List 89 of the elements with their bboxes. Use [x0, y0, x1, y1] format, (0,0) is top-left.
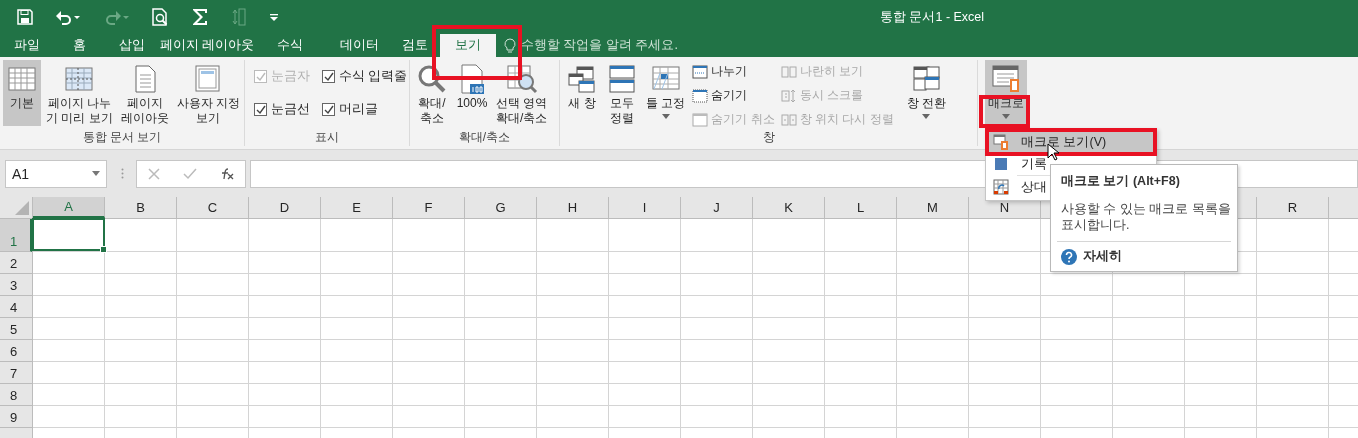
- row-header[interactable]: 3: [0, 274, 32, 296]
- arrange-windows-icon: [606, 63, 638, 95]
- side-by-side-icon: [780, 63, 797, 80]
- group-label: 창: [762, 129, 775, 146]
- ribbon-button[interactable]: 사용자 지정 보기: [173, 60, 243, 126]
- ribbon-button[interactable]: 나누기: [692, 62, 775, 81]
- macro-icon: [990, 63, 1022, 95]
- ribbon-button[interactable]: 페이지 나누 기 미리 보기: [43, 60, 116, 126]
- reset-position-icon: [780, 111, 797, 128]
- column-header[interactable]: I: [609, 197, 681, 218]
- ribbon-button[interactable]: 틀 고정: [643, 60, 689, 126]
- ribbon-button[interactable]: 확대/ 축소: [413, 60, 451, 126]
- ribbon-button[interactable]: 모두 정렬: [603, 60, 641, 126]
- customize-caret-icon[interactable]: [269, 12, 279, 22]
- row-header[interactable]: 7: [0, 362, 32, 384]
- checkbox[interactable]: 머리글: [322, 101, 408, 118]
- name-box[interactable]: A1: [5, 159, 107, 188]
- column-header[interactable]: J: [681, 197, 753, 218]
- ribbon-tab[interactable]: 홈: [54, 34, 104, 57]
- ribbon-button[interactable]: 새 창: [563, 60, 601, 126]
- column-header[interactable]: B: [105, 197, 177, 218]
- group-label: 확대/축소: [458, 129, 511, 146]
- ribbon-tab[interactable]: 수식: [252, 34, 328, 57]
- row-header[interactable]: 2: [0, 252, 32, 274]
- row-header[interactable]: 6: [0, 340, 32, 362]
- sum-icon[interactable]: [191, 8, 209, 26]
- save-icon[interactable]: [17, 9, 33, 25]
- column-header[interactable]: C: [177, 197, 249, 218]
- ribbon-button[interactable]: 숨기기: [692, 86, 775, 105]
- hide-window-icon: [692, 87, 709, 104]
- row-header[interactable]: 5: [0, 318, 32, 340]
- column-header[interactable]: L: [825, 197, 897, 218]
- help-icon: [1061, 248, 1077, 265]
- group-label: 표시: [315, 129, 339, 146]
- split-icon: [692, 63, 709, 80]
- column-header[interactable]: G: [465, 197, 537, 218]
- column-header[interactable]: K: [753, 197, 825, 218]
- caret-icon: [92, 171, 100, 176]
- window-title: 통합 문서1 - Excel: [880, 9, 985, 26]
- ribbon-tab[interactable]: 삽입: [104, 34, 160, 57]
- new-window-icon: [566, 63, 598, 95]
- checkbox[interactable]: 수식 입력줄: [322, 68, 408, 85]
- row-header[interactable]: 9: [0, 406, 32, 428]
- row-header[interactable]: 4: [0, 296, 32, 318]
- column-header[interactable]: M: [897, 197, 969, 218]
- checkmark-icon: [323, 71, 334, 82]
- learn-more-link[interactable]: 자세히: [1083, 248, 1122, 265]
- ribbon-tab[interactable]: 페이지 레이아웃: [160, 34, 252, 57]
- ribbon-button[interactable]: 100%: [453, 60, 491, 126]
- ribbon-tab[interactable]: 보기: [440, 34, 496, 57]
- active-cell[interactable]: [32, 218, 105, 251]
- ribbon-button[interactable]: 선택 영역 확대/축소: [493, 60, 551, 126]
- undo-icon[interactable]: [55, 9, 81, 25]
- zoom-selection-icon: [505, 63, 538, 95]
- checkmark-icon: [255, 104, 266, 115]
- sync-scroll-icon: [780, 87, 797, 104]
- column-header[interactable]: H: [537, 197, 609, 218]
- row-header[interactable]: 8: [0, 384, 32, 406]
- ribbon-tab[interactable]: 파일: [0, 34, 54, 57]
- zoom-icon: [416, 63, 448, 95]
- enter-checkmark-icon[interactable]: [183, 167, 197, 180]
- group-label: 통합 문서 보기: [82, 129, 162, 146]
- menu-item[interactable]: 상대: [989, 176, 1051, 198]
- tell-me-field[interactable]: 수행할 작업을 알려 주세요.: [521, 37, 678, 54]
- insert-function-icon[interactable]: [219, 167, 234, 180]
- checkmark-icon: [323, 104, 334, 115]
- menu-item[interactable]: 기록: [989, 153, 1051, 175]
- ribbon-tab[interactable]: 검토: [390, 34, 440, 57]
- macro-icon: [993, 134, 1009, 150]
- stop-icon: [993, 156, 1009, 172]
- grip-icon: [121, 168, 124, 179]
- column-header[interactable]: E: [321, 197, 393, 218]
- ribbon-button[interactable]: 기본: [3, 60, 41, 126]
- ribbon-tab[interactable]: 데이터: [328, 34, 390, 57]
- checkmark-icon: [255, 71, 266, 82]
- column-header[interactable]: A: [33, 197, 105, 218]
- lightbulb-icon: [504, 37, 516, 54]
- ribbon-button[interactable]: 페이지 레이아웃: [117, 60, 172, 126]
- column-header[interactable]: R: [1257, 197, 1329, 218]
- ribbon-button[interactable]: 창 전환: [903, 60, 950, 126]
- tooltip-title: 매크로 보기 (Alt+F8): [1061, 173, 1181, 190]
- ribbon-button[interactable]: 매크로: [985, 60, 1027, 126]
- row-header[interactable]: 1: [0, 219, 32, 252]
- unhide-window-icon: [692, 111, 709, 128]
- checkbox[interactable]: 눈금선: [254, 101, 310, 118]
- column-header[interactable]: D: [249, 197, 321, 218]
- column-header[interactable]: F: [393, 197, 465, 218]
- print-preview-icon[interactable]: [151, 8, 169, 26]
- relative-reference-icon: [993, 179, 1009, 195]
